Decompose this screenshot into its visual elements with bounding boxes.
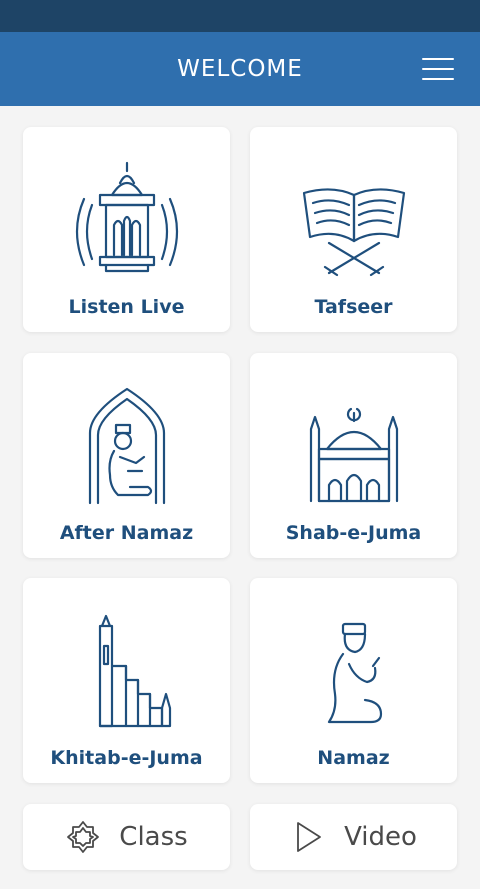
class-button[interactable]: Class [23, 804, 230, 870]
status-bar [0, 0, 480, 32]
page-title: WELCOME [177, 56, 303, 82]
tile-label: Namaz [317, 747, 390, 769]
tile-label: Khitab-e-Juma [50, 747, 203, 769]
play-icon [290, 819, 326, 855]
app-header: WELCOME [0, 32, 480, 106]
minbar-icon [62, 606, 192, 736]
star-badge-icon [65, 819, 101, 855]
mosque-lamp-broadcast-icon [62, 155, 192, 285]
tile-shab-e-juma[interactable]: Shab-e-Juma [250, 353, 457, 558]
tile-label: After Namaz [59, 522, 194, 544]
tile-after-namaz[interactable]: After Namaz [23, 353, 230, 558]
tile-namaz[interactable]: Namaz [250, 578, 457, 783]
quran-on-stand-icon [289, 155, 419, 285]
praying-in-mihrab-icon [62, 381, 192, 511]
tile-listen-live[interactable]: Listen Live [23, 127, 230, 332]
mosque-icon [289, 381, 419, 511]
praying-man-icon [289, 606, 419, 736]
tile-label: Tafseer [314, 296, 393, 318]
video-button[interactable]: Video [250, 804, 457, 870]
class-button-label: Class [119, 822, 188, 852]
video-button-label: Video [344, 822, 417, 852]
tile-label: Listen Live [68, 296, 185, 318]
tile-label: Shab-e-Juma [285, 522, 422, 544]
tile-tafseer[interactable]: Tafseer [250, 127, 457, 332]
tile-khitab-e-juma[interactable]: Khitab-e-Juma [23, 578, 230, 783]
hamburger-menu-icon[interactable] [422, 58, 454, 80]
